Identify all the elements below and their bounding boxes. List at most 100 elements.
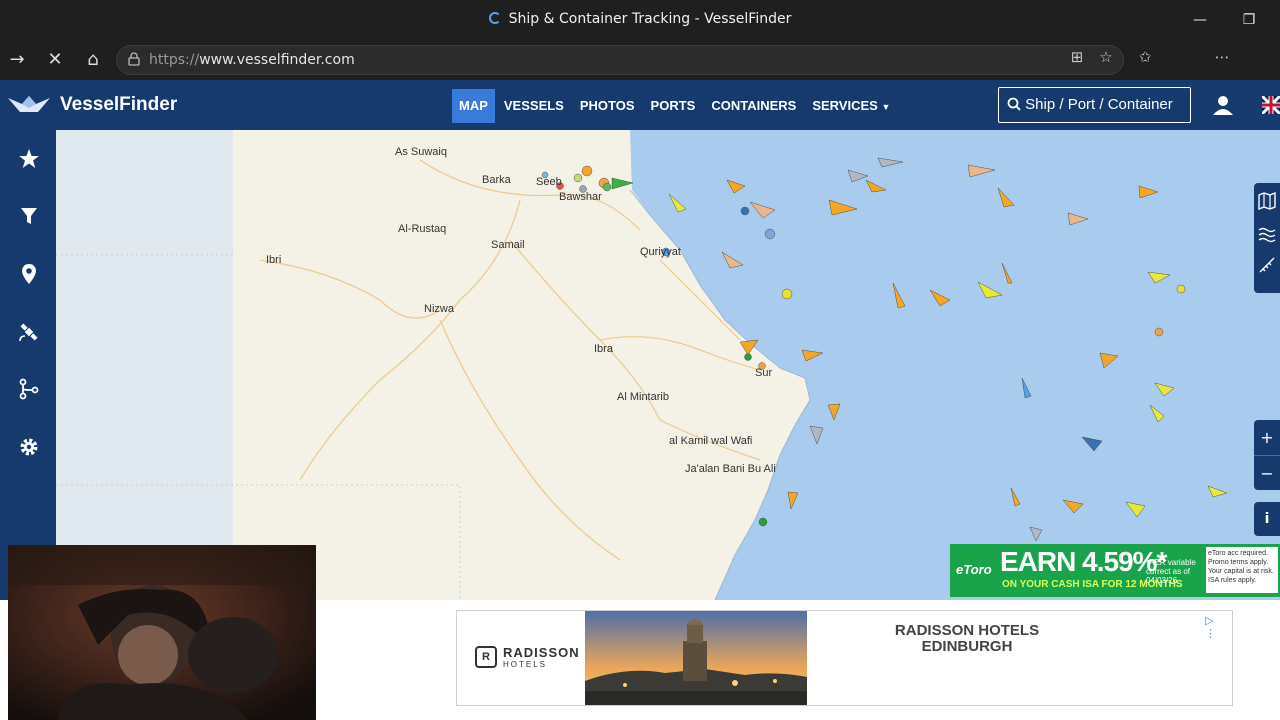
zoom-in-button[interactable]: + xyxy=(1254,420,1280,455)
menu-map[interactable]: MAP xyxy=(452,89,495,123)
caret-down-icon: ▼ xyxy=(881,102,891,112)
vessel-marker xyxy=(828,199,858,216)
minimize-icon[interactable]: — xyxy=(1190,10,1210,30)
screen: Ship & Container Tracking - VesselFinder… xyxy=(0,0,1280,720)
menu-photos[interactable]: PHOTOS xyxy=(573,89,642,123)
measure-icon[interactable] xyxy=(1256,254,1278,276)
vessel-marker xyxy=(1207,485,1228,498)
place-label: Al Mintarib xyxy=(617,391,669,403)
info-button[interactable]: i xyxy=(1254,502,1280,536)
main-menu: MAP VESSELS PHOTOS PORTS CONTAINERS SERV… xyxy=(452,89,899,123)
vessel-marker xyxy=(847,169,869,183)
vessel-dot xyxy=(602,182,612,192)
vessel-marker xyxy=(865,179,887,193)
place-label: Ja'alan Bani Bu Ali xyxy=(685,463,776,475)
more-options-icon[interactable]: ⋯ xyxy=(1213,48,1231,66)
vessel-marker xyxy=(977,281,1003,299)
radisson-logo: R RADISSON HOTELS xyxy=(475,645,580,669)
menu-vessels[interactable]: VESSELS xyxy=(497,89,571,123)
vessel-dot xyxy=(1154,327,1164,337)
location-pin-icon[interactable] xyxy=(16,261,42,287)
stop-loading-icon[interactable]: ✕ xyxy=(43,48,67,72)
place-label: Samail xyxy=(491,239,525,251)
radisson-headline-line2: EDINBURGH xyxy=(921,638,1013,655)
search-label: Ship / Port / Container xyxy=(1025,96,1173,113)
vessel-marker xyxy=(1099,352,1119,369)
vessel-marker xyxy=(827,403,841,421)
url-host: www.vesselfinder.com xyxy=(199,52,355,68)
vessel-marker xyxy=(1147,271,1171,284)
zoom-controls: + − xyxy=(1254,420,1280,490)
edinburgh-photo xyxy=(585,611,807,705)
lock-icon xyxy=(128,52,140,66)
site-logo[interactable]: VesselFinder xyxy=(6,92,177,118)
place-label: Seeb xyxy=(536,176,562,188)
place-label: Barka xyxy=(482,174,511,186)
star-icon[interactable] xyxy=(16,146,42,172)
restore-icon[interactable]: ❐ xyxy=(1239,10,1259,30)
vessel-marker xyxy=(1067,212,1089,226)
map-layers-icon[interactable] xyxy=(1256,190,1278,212)
menu-services-label: SERVICES xyxy=(812,98,878,113)
etoro-brand: eToro xyxy=(956,562,992,577)
vessel-marker xyxy=(1149,404,1165,423)
home-icon[interactable]: ⌂ xyxy=(81,48,105,72)
route-icon[interactable] xyxy=(16,376,42,402)
url-scheme: https:// xyxy=(149,52,200,68)
vessel-marker xyxy=(1138,185,1159,199)
weather-icon[interactable] xyxy=(1256,222,1278,244)
vessel-marker xyxy=(1125,501,1146,518)
vessel-marker xyxy=(1062,499,1084,514)
uk-flag-icon[interactable] xyxy=(1260,94,1280,116)
search-icon xyxy=(1007,97,1021,111)
menu-services[interactable]: SERVICES ▼ xyxy=(805,89,897,123)
vessel-marker xyxy=(668,193,687,213)
search-button[interactable]: Ship / Port / Container xyxy=(998,87,1191,123)
etoro-disclaimer: eToro acc required. Promo terms apply. Y… xyxy=(1206,547,1278,593)
vessel-marker xyxy=(997,187,1015,208)
favorites-icon[interactable]: ✩ xyxy=(1136,48,1154,66)
vessel-dot xyxy=(581,165,593,177)
menu-ports[interactable]: PORTS xyxy=(644,89,703,123)
loading-spinner-icon xyxy=(488,12,501,24)
vessel-marker xyxy=(1154,382,1175,397)
ship-logo-icon xyxy=(8,96,50,112)
vessel-dot xyxy=(573,173,583,183)
gear-icon[interactable] xyxy=(16,434,42,460)
vessel-marker xyxy=(1001,262,1013,284)
forward-icon[interactable]: → xyxy=(5,48,29,72)
zoom-out-button[interactable]: − xyxy=(1254,455,1280,490)
favorite-star-icon[interactable]: ☆ xyxy=(1097,48,1115,66)
etoro-headline: EARN 4.59%* xyxy=(1000,546,1167,577)
app-grid-icon[interactable]: ⊞ xyxy=(1068,48,1086,66)
browser-titlebar: Ship & Container Tracking - VesselFinder… xyxy=(0,0,1280,40)
etoro-ad[interactable]: eToro EARN 4.59%* ON YOUR CASH ISA FOR 1… xyxy=(950,544,1280,597)
place-label: Al-Rustaq xyxy=(398,223,447,235)
satellite-icon[interactable] xyxy=(16,319,42,345)
filter-icon[interactable] xyxy=(16,203,42,229)
radisson-ad[interactable]: R RADISSON HOTELS RADISSON HOTELS EDINBU… xyxy=(456,610,1233,706)
radisson-brand-text: RADISSON HOTELS xyxy=(503,645,580,669)
webcam-overlay xyxy=(8,545,316,720)
user-icon[interactable] xyxy=(1212,94,1234,116)
address-bar[interactable]: https://www.vesselfinder.com xyxy=(116,45,1124,75)
vessel-dot xyxy=(744,353,752,361)
vessel-dot xyxy=(758,517,768,527)
window-title: Ship & Container Tracking - VesselFinder xyxy=(0,11,1280,27)
vessel-marker xyxy=(892,282,906,309)
vessel-marker xyxy=(801,349,824,362)
place-label: Bawshar xyxy=(559,191,602,203)
map-graphics xyxy=(56,130,1228,600)
place-label: al Kamil wal Wafi xyxy=(669,435,753,447)
radisson-headline: RADISSON HOTELS EDINBURGH xyxy=(817,623,1117,655)
menu-containers[interactable]: CONTAINERS xyxy=(704,89,803,123)
map-canvas[interactable]: As Suwaiq Barka Seeb Bawshar Al-Rustaq S… xyxy=(56,130,1280,600)
vessel-marker xyxy=(749,201,776,219)
place-label: Nizwa xyxy=(424,303,454,315)
vessel-dot xyxy=(740,206,750,216)
vessel-dot xyxy=(1176,284,1186,294)
vessel-marker xyxy=(1029,526,1043,542)
adchoices-icon[interactable]: ▷ ⋮ xyxy=(1205,614,1227,640)
vessel-marker xyxy=(787,491,799,510)
vessel-marker xyxy=(726,179,746,194)
